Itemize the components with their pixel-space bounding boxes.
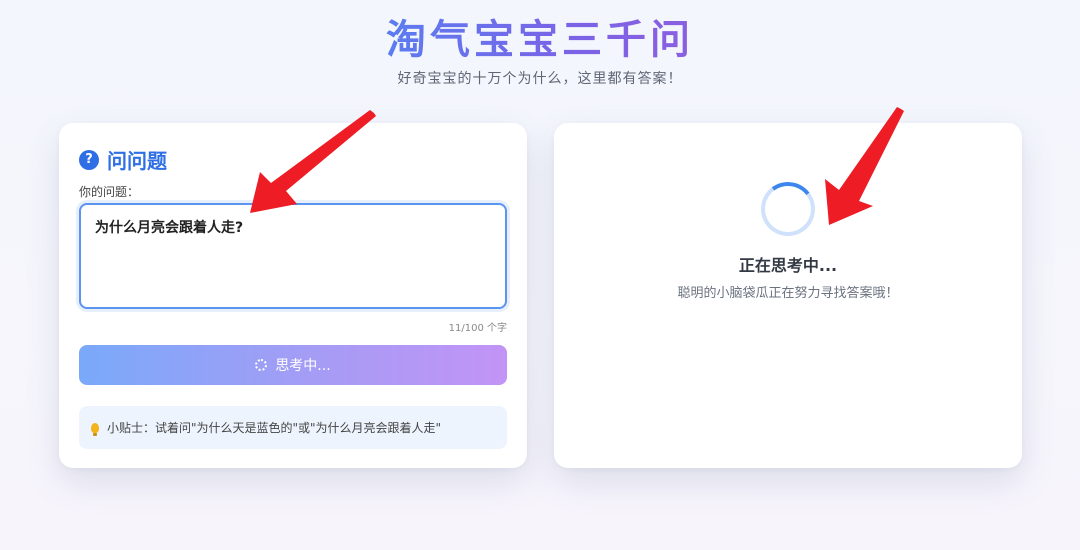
ask-card-title: 问问题 — [107, 149, 167, 173]
answer-card: 正在思考中... 聪明的小脑袋瓜正在努力寻找答案哦！ — [554, 123, 1022, 468]
app-subtitle: 好奇宝宝的十万个为什么，这里都有答案！ — [397, 71, 683, 87]
tip-box: 小贴士：试着问"为什么天是蓝色的"或"为什么月亮会跟着人走" — [79, 406, 507, 449]
char-count: 11/100 个字 — [448, 323, 507, 334]
app-title: 淘气宝宝三千问 — [386, 14, 694, 66]
thinking-status-title: 正在思考中... — [738, 256, 838, 275]
question-circle-icon: ? — [79, 149, 99, 170]
thinking-status-subtitle: 聪明的小脑袋瓜正在努力寻找答案哦！ — [677, 286, 899, 301]
tip-text: 小贴士：试着问"为什么天是蓝色的"或"为什么月亮会跟着人走" — [107, 421, 442, 435]
submit-button-label: 思考中... — [275, 358, 331, 374]
question-label: 你的问题： — [79, 185, 140, 199]
lightbulb-icon — [91, 422, 99, 436]
loading-spinner-icon — [757, 178, 819, 240]
ask-question-card: ? 问问题 你的问题： 11/100 个字 思考中... 小贴士：试着问"为什么… — [59, 123, 527, 468]
page-header: 淘气宝宝三千问 好奇宝宝的十万个为什么，这里都有答案！ — [0, 14, 1080, 88]
ask-card-header: ? 问问题 — [79, 145, 167, 174]
submit-thinking-button[interactable]: 思考中... — [79, 345, 507, 385]
loading-spinner-icon — [255, 359, 268, 371]
question-input[interactable] — [79, 203, 507, 309]
